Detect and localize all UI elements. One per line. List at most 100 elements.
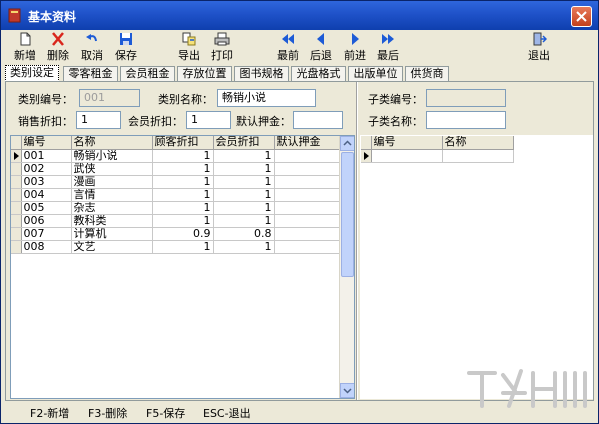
print-button[interactable]: 打印 xyxy=(209,32,235,62)
category-grid[interactable]: 编号 名称 顾客折扣 会员折扣 默认押金 001 畅销小说 1 1 002 武侠… xyxy=(10,135,355,399)
last-label: 最后 xyxy=(377,49,399,62)
col-header-default-deposit[interactable]: 默认押金 xyxy=(274,136,342,150)
cell-code[interactable]: 003 xyxy=(21,175,72,189)
cell-name[interactable]: 漫画 xyxy=(71,175,153,189)
category-name-field[interactable]: 畅销小说 xyxy=(217,89,316,107)
tab-guest-rent[interactable]: 零客租金 xyxy=(63,66,118,81)
cell-sub-name[interactable] xyxy=(442,149,514,163)
previous-record-button[interactable]: 后退 xyxy=(308,32,334,62)
cell-code[interactable]: 005 xyxy=(21,201,72,215)
cell-guest-discount[interactable]: 0.9 xyxy=(152,227,214,241)
col-header-name[interactable]: 名称 xyxy=(71,136,153,150)
table-row[interactable]: 004 言情 1 1 xyxy=(11,188,342,202)
category-grid-header: 编号 名称 顾客折扣 会员折扣 默认押金 xyxy=(11,136,342,150)
subcategory-grid[interactable]: 编号 名称 xyxy=(360,135,593,399)
save-button[interactable]: 保存 xyxy=(113,32,139,62)
cell-member-discount[interactable]: 1 xyxy=(213,201,275,215)
table-row[interactable]: 001 畅销小说 1 1 xyxy=(11,149,342,163)
cell-guest-discount[interactable]: 1 xyxy=(152,162,214,176)
cell-default-deposit[interactable] xyxy=(274,162,342,176)
tab-category-settings[interactable]: 类别设定 xyxy=(5,65,59,82)
category-code-field[interactable]: 001 xyxy=(79,89,140,107)
table-row[interactable]: 002 武侠 1 1 xyxy=(11,162,342,176)
cell-member-discount[interactable]: 1 xyxy=(213,162,275,176)
cell-member-discount[interactable]: 1 xyxy=(213,240,275,254)
cell-code[interactable]: 007 xyxy=(21,227,72,241)
cell-guest-discount[interactable]: 1 xyxy=(152,240,214,254)
cell-name[interactable]: 言情 xyxy=(71,188,153,202)
cell-guest-discount[interactable]: 1 xyxy=(152,214,214,228)
cell-default-deposit[interactable] xyxy=(274,240,342,254)
cell-guest-discount[interactable]: 1 xyxy=(152,201,214,215)
sub-name-field[interactable] xyxy=(426,111,506,129)
last-record-button[interactable]: 最后 xyxy=(375,32,401,62)
cancel-button[interactable]: 取消 xyxy=(79,32,105,62)
cell-code[interactable]: 008 xyxy=(21,240,72,254)
tab-supplier[interactable]: 供货商 xyxy=(405,66,449,81)
cell-code[interactable]: 006 xyxy=(21,214,72,228)
cell-default-deposit[interactable] xyxy=(274,214,342,228)
sale-discount-field[interactable]: 1 xyxy=(76,111,121,129)
cell-guest-discount[interactable]: 1 xyxy=(152,188,214,202)
tab-book-spec[interactable]: 图书规格 xyxy=(234,66,289,81)
next-record-button[interactable]: 前进 xyxy=(342,32,368,62)
table-row[interactable]: 006 教科类 1 1 xyxy=(11,214,342,228)
scroll-up-button[interactable] xyxy=(340,136,354,151)
table-row[interactable]: 005 杂志 1 1 xyxy=(11,201,342,215)
col-header-sub-code[interactable]: 编号 xyxy=(371,136,443,150)
cell-default-deposit[interactable] xyxy=(274,201,342,215)
cell-member-discount[interactable]: 0.8 xyxy=(213,227,275,241)
cell-member-discount[interactable]: 1 xyxy=(213,149,275,163)
cell-member-discount[interactable]: 1 xyxy=(213,188,275,202)
table-row[interactable]: 008 文艺 1 1 xyxy=(11,240,342,254)
cell-name[interactable]: 文艺 xyxy=(71,240,153,254)
delete-button[interactable]: 删除 xyxy=(45,32,71,62)
pane-divider[interactable] xyxy=(356,82,358,400)
cell-sub-code[interactable] xyxy=(371,149,443,163)
tab-storage-location[interactable]: 存放位置 xyxy=(177,66,232,81)
cell-name[interactable]: 教科类 xyxy=(71,214,153,228)
member-discount-field[interactable]: 1 xyxy=(186,111,231,129)
tab-disc-format[interactable]: 光盘格式 xyxy=(291,66,346,81)
title-bar[interactable]: 基本资料 xyxy=(1,1,598,30)
cell-member-discount[interactable]: 1 xyxy=(213,214,275,228)
table-row[interactable]: 007 计算机 0.9 0.8 xyxy=(11,227,342,241)
cell-guest-discount[interactable]: 1 xyxy=(152,149,214,163)
cell-default-deposit[interactable] xyxy=(274,227,342,241)
category-grid-scrollbar[interactable] xyxy=(339,136,354,398)
tab-member-rent[interactable]: 会员租金 xyxy=(120,66,175,81)
col-header-sub-name[interactable]: 名称 xyxy=(442,136,514,150)
cell-code[interactable]: 004 xyxy=(21,188,72,202)
first-record-button[interactable]: 最前 xyxy=(275,32,301,62)
sub-code-field[interactable] xyxy=(426,89,506,107)
cell-default-deposit[interactable] xyxy=(274,188,342,202)
scroll-thumb[interactable] xyxy=(341,152,354,277)
tab-publisher[interactable]: 出版单位 xyxy=(348,66,403,81)
site-watermark-logo xyxy=(467,369,587,408)
window-close-button[interactable] xyxy=(571,6,592,27)
scroll-down-button[interactable] xyxy=(340,383,354,398)
cell-code[interactable]: 002 xyxy=(21,162,72,176)
cell-name[interactable]: 武侠 xyxy=(71,162,153,176)
export-button[interactable]: 导出 xyxy=(176,32,202,62)
col-header-member-discount[interactable]: 会员折扣 xyxy=(213,136,275,150)
exit-button[interactable]: 退出 xyxy=(526,32,552,62)
row-indicator-header xyxy=(361,136,372,150)
new-button[interactable]: 新增 xyxy=(12,32,38,62)
col-header-code[interactable]: 编号 xyxy=(21,136,72,150)
cell-member-discount[interactable]: 1 xyxy=(213,175,275,189)
cell-default-deposit[interactable] xyxy=(274,175,342,189)
cell-code[interactable]: 001 xyxy=(21,149,72,163)
new-file-icon xyxy=(20,32,31,46)
new-label: 新增 xyxy=(14,49,36,62)
cell-name[interactable]: 杂志 xyxy=(71,201,153,215)
table-row[interactable]: 003 漫画 1 1 xyxy=(11,175,342,189)
cell-name[interactable]: 计算机 xyxy=(71,227,153,241)
cell-guest-discount[interactable]: 1 xyxy=(152,175,214,189)
col-header-guest-discount[interactable]: 顾客折扣 xyxy=(152,136,214,150)
default-deposit-field[interactable] xyxy=(293,111,343,129)
cell-name[interactable]: 畅销小说 xyxy=(71,149,153,163)
first-label: 最前 xyxy=(277,49,299,62)
cell-default-deposit[interactable] xyxy=(274,149,342,163)
table-row[interactable] xyxy=(361,149,514,163)
